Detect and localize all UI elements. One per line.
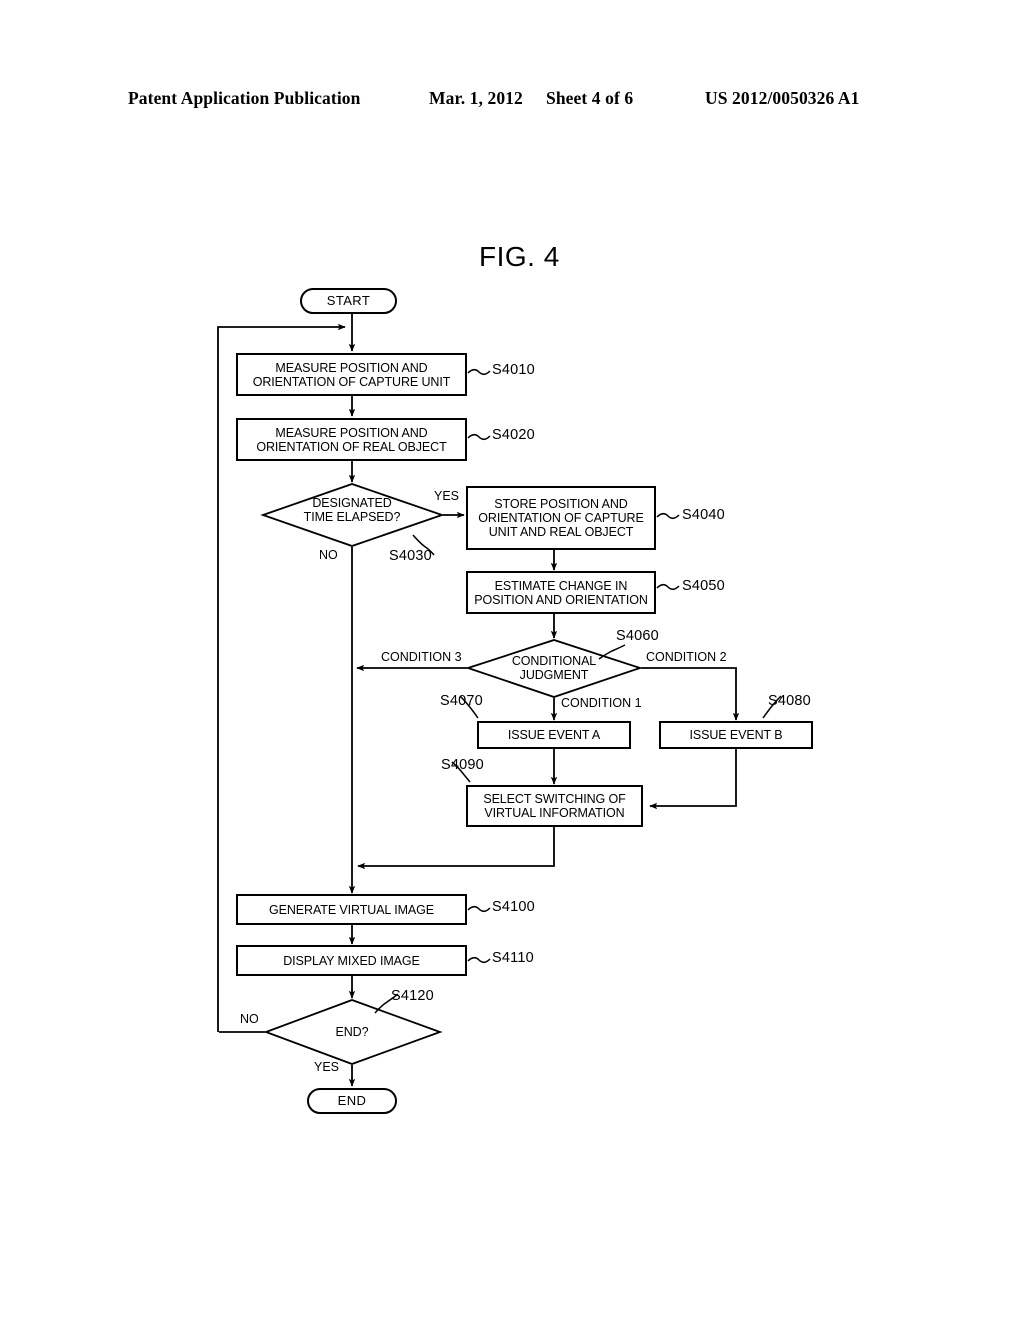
edge-label-condition-2: CONDITION 2 — [646, 650, 727, 664]
node-s4070: ISSUE EVENT A — [477, 721, 631, 749]
node-s4060-label: CONDITIONAL JUDGMENT — [511, 654, 597, 682]
stepref-s4100: S4100 — [492, 899, 535, 915]
node-s4100-label: GENERATE VIRTUAL IMAGE — [269, 902, 434, 917]
stepref-s4090: S4090 — [441, 757, 484, 773]
edge-label-no-s4120: NO — [240, 1012, 259, 1026]
node-s4030-label: DESIGNATED TIME ELAPSED? — [303, 496, 401, 524]
edge-label-condition-1: CONDITION 1 — [561, 696, 642, 710]
stepref-s4120: S4120 — [391, 988, 434, 1004]
node-end-label: END — [337, 1093, 367, 1108]
node-s4010-label: MEASURE POSITION AND ORIENTATION OF CAPT… — [252, 360, 451, 389]
stepref-s4060: S4060 — [616, 628, 659, 644]
node-s4070-label: ISSUE EVENT A — [507, 728, 601, 742]
patent-number: US 2012/0050326 A1 — [705, 88, 860, 108]
node-s4020-label: MEASURE POSITION AND ORIENTATION OF REAL… — [256, 425, 447, 454]
publication-header: Patent Application Publication Mar. 1, 2… — [0, 88, 1024, 114]
node-s4090-label: SELECT SWITCHING OF VIRTUAL INFORMATION — [483, 792, 626, 820]
node-s4040: STORE POSITION AND ORIENTATION OF CAPTUR… — [466, 486, 656, 550]
node-start: START — [300, 288, 397, 314]
node-s4060-label-wrap: CONDITIONAL JUDGMENT — [490, 652, 618, 684]
node-s4100: GENERATE VIRTUAL IMAGE — [236, 894, 467, 925]
node-start-label: START — [326, 293, 371, 308]
edge-label-yes-s4120: YES — [314, 1060, 340, 1074]
sheet-number: Sheet 4 of 6 — [546, 88, 634, 108]
edge-label-yes-s4030: YES — [434, 489, 460, 503]
node-s4120-label-wrap: END? — [312, 1022, 392, 1042]
node-s4010: MEASURE POSITION AND ORIENTATION OF CAPT… — [236, 353, 467, 396]
node-s4050: ESTIMATE CHANGE IN POSITION AND ORIENTAT… — [466, 571, 656, 614]
stepref-s4040: S4040 — [682, 507, 725, 523]
node-s4080: ISSUE EVENT B — [659, 721, 813, 749]
stepref-s4020: S4020 — [492, 427, 535, 443]
stepref-s4030: S4030 — [389, 548, 432, 564]
node-s4090: SELECT SWITCHING OF VIRTUAL INFORMATION — [466, 785, 643, 827]
stepref-s4110: S4110 — [492, 950, 534, 966]
node-s4050-label: ESTIMATE CHANGE IN POSITION AND ORIENTAT… — [474, 578, 648, 607]
node-s4020: MEASURE POSITION AND ORIENTATION OF REAL… — [236, 418, 467, 461]
node-s4030-label-wrap: DESIGNATED TIME ELAPSED? — [282, 494, 422, 526]
patent-figure-page: Patent Application Publication Mar. 1, 2… — [0, 0, 1024, 1320]
node-end: END — [307, 1088, 397, 1114]
node-s4120-label: END? — [335, 1025, 369, 1039]
node-s4080-label: ISSUE EVENT B — [689, 728, 783, 742]
node-s4110-label: DISPLAY MIXED IMAGE — [283, 953, 420, 968]
figure-title: FIG. 4 — [479, 241, 560, 272]
publication-label: Patent Application Publication — [128, 88, 361, 108]
node-s4040-label: STORE POSITION AND ORIENTATION OF CAPTUR… — [478, 497, 644, 539]
edge-label-no-s4030: NO — [319, 548, 338, 562]
stepref-s4050: S4050 — [682, 578, 725, 594]
stepref-s4080: S4080 — [768, 693, 811, 709]
publication-date: Mar. 1, 2012 — [429, 88, 523, 108]
stepref-s4010: S4010 — [492, 362, 535, 378]
edge-label-condition-3: CONDITION 3 — [381, 650, 462, 664]
node-s4110: DISPLAY MIXED IMAGE — [236, 945, 467, 976]
stepref-s4070: S4070 — [440, 693, 483, 709]
